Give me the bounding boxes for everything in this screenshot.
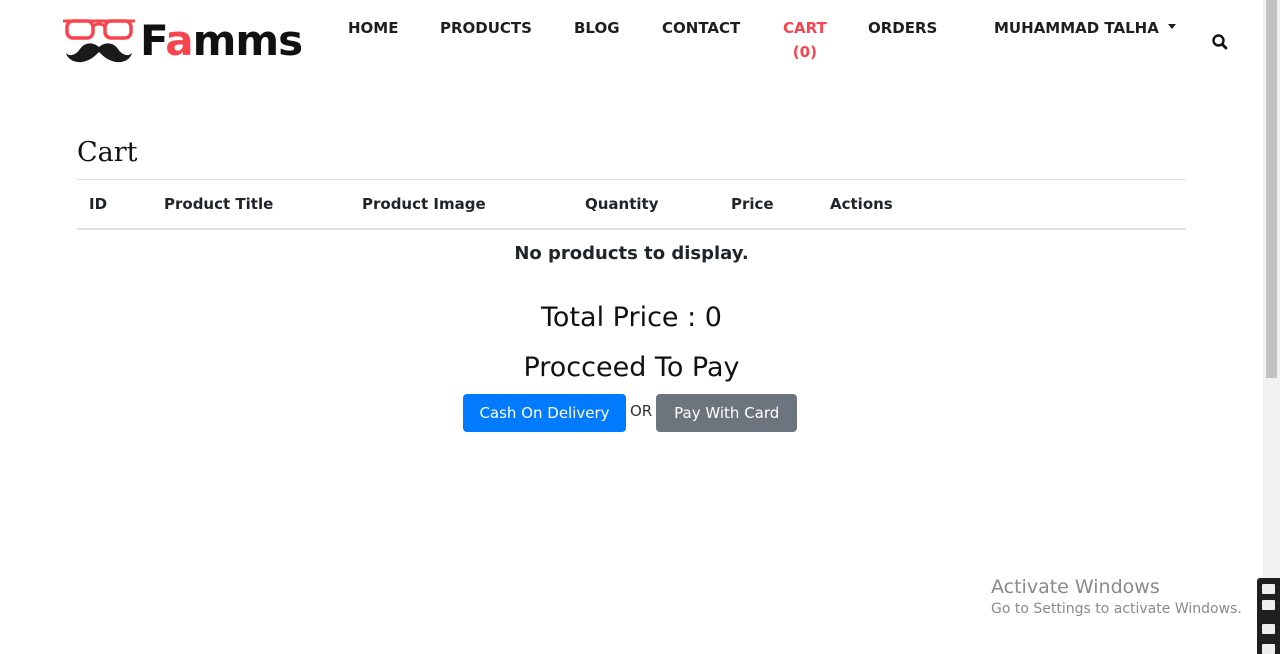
cart-count-badge: (0) [792, 43, 817, 61]
caret-down-icon [1167, 24, 1176, 29]
video-icon[interactable] [1262, 624, 1275, 634]
cash-on-delivery-button[interactable]: Cash On Delivery [463, 394, 626, 432]
column-header-quantity: Quantity [573, 179, 719, 230]
user-dropdown[interactable]: MUHAMMAD TALHA [994, 18, 1176, 38]
pay-with-card-button[interactable]: Pay With Card [656, 394, 798, 432]
column-header-product-image: Product Image [350, 179, 573, 230]
nav-cart-label: CART [783, 19, 827, 37]
or-separator: OR [630, 402, 653, 420]
nav-cart[interactable]: CART (0) [783, 18, 827, 62]
tool-icon[interactable] [1262, 644, 1275, 654]
nav-orders[interactable]: ORDERS [868, 18, 937, 38]
activate-windows-watermark: Activate Windows Go to Settings to activ… [991, 575, 1242, 619]
camera-icon[interactable] [1262, 600, 1275, 610]
column-header-actions: Actions [818, 179, 1186, 230]
watermark-title: Activate Windows [991, 576, 1160, 598]
brand-logo[interactable]: Famms [62, 16, 303, 66]
search-icon[interactable] [1211, 33, 1229, 51]
proceed-to-pay-heading: Procceed To Pay [523, 352, 740, 383]
glasses-mustache-icon [63, 19, 135, 63]
page-scrollbar[interactable] [1263, 0, 1280, 654]
tool-icon[interactable] [1262, 584, 1275, 594]
payment-options: Cash On Delivery OR Pay With Card [463, 394, 798, 432]
nav-contact[interactable]: CONTACT [662, 18, 740, 38]
scrollbar-thumb[interactable] [1266, 0, 1277, 378]
column-header-product-title: Product Title [152, 179, 350, 230]
column-header-id: ID [77, 179, 152, 230]
page-title: Cart [77, 137, 138, 168]
user-name: MUHAMMAD TALHA [994, 19, 1159, 37]
watermark-subtitle: Go to Settings to activate Windows. [991, 601, 1242, 617]
brand-name: Famms [140, 16, 303, 65]
empty-cart-message: No products to display. [514, 243, 749, 264]
nav-blog[interactable]: BLOG [574, 18, 620, 38]
table-header-row: ID Product Title Product Image Quantity … [77, 179, 1186, 230]
column-header-price: Price [719, 179, 818, 230]
side-toolbar[interactable] [1257, 578, 1280, 654]
nav-home[interactable]: HOME [348, 18, 398, 38]
cart-table: ID Product Title Product Image Quantity … [77, 179, 1186, 230]
nav-products[interactable]: PRODUCTS [440, 18, 532, 38]
total-price: Total Price : 0 [541, 302, 722, 333]
